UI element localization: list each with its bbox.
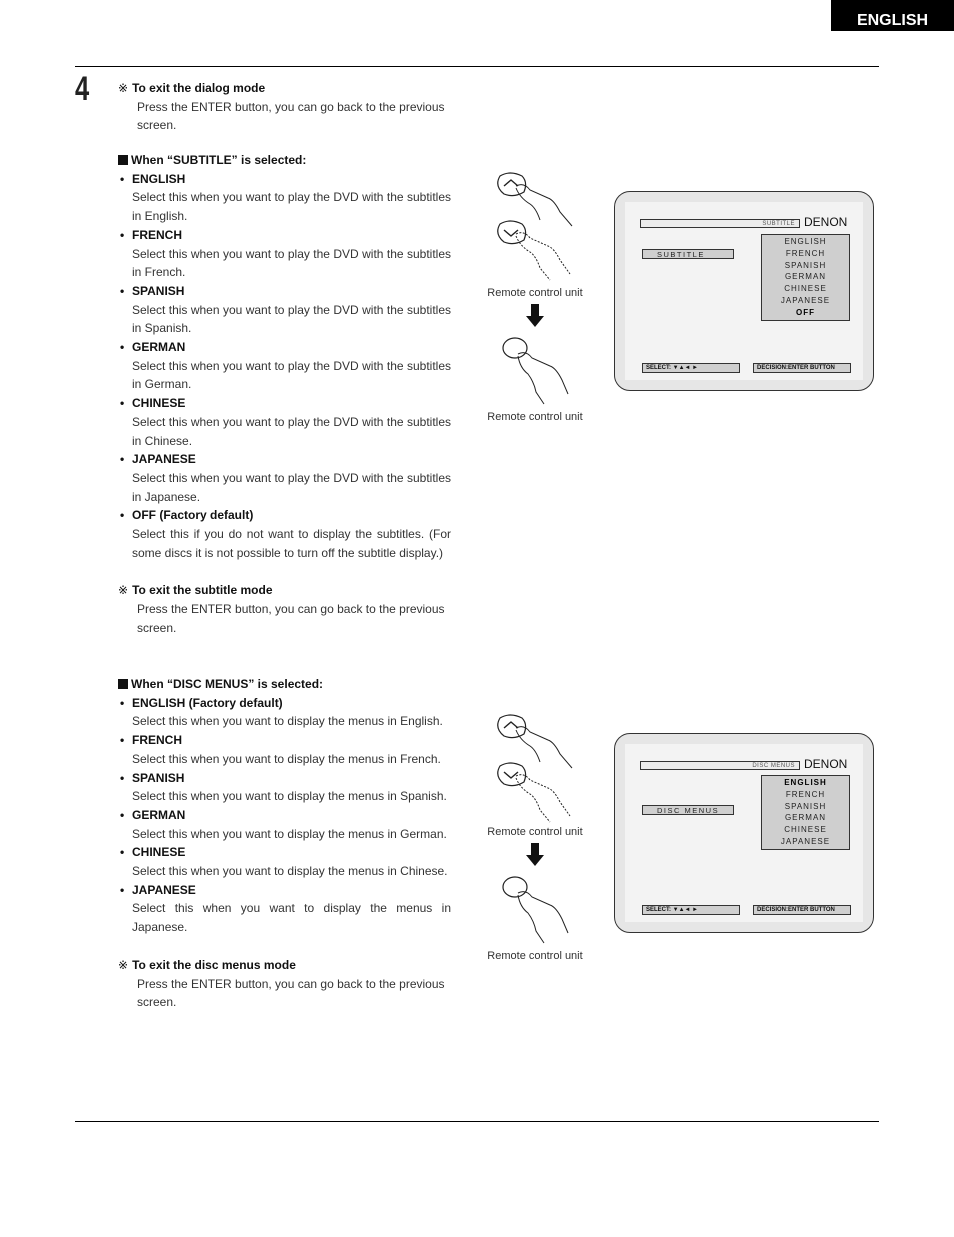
remote-label: Remote control unit — [487, 411, 583, 423]
osd-select-hint: SELECT: ▼▲◄ ► — [642, 363, 740, 373]
osd-option[interactable]: GERMAN — [762, 271, 849, 283]
note-title: ※ To exit the disc menus mode — [118, 956, 451, 975]
option-description: Select this when you want to display the… — [132, 751, 441, 766]
osd-option[interactable]: FRENCH — [762, 248, 849, 260]
note-body: Press the ENTER button, you can go back … — [137, 976, 445, 1010]
option-description: Select this when you want to display the… — [132, 826, 447, 841]
subtitle-section: When “SUBTITLE” is selected: ENGLISHSele… — [118, 151, 451, 638]
disc-menus-exit-note: ※ To exit the disc menus mode Press the E… — [118, 956, 451, 1012]
square-bullet-icon — [118, 155, 128, 166]
arrow-down-icon — [526, 843, 544, 866]
osd-option[interactable]: FRENCH — [762, 789, 849, 801]
osd-option[interactable]: JAPANESE — [762, 836, 849, 848]
section-heading-text: When “DISC MENUS” is selected: — [131, 677, 324, 691]
note-mark-icon: ※ — [118, 81, 129, 95]
option-description: Select this when you want to display the… — [132, 901, 451, 935]
remote-enter-hand-icon — [502, 337, 569, 405]
section-heading-text: When “SUBTITLE” is selected: — [131, 153, 307, 167]
section-heading: When “SUBTITLE” is selected: — [118, 151, 451, 170]
osd-option[interactable]: CHINESE — [762, 283, 849, 295]
remote-label: Remote control unit — [487, 826, 583, 838]
option-title: JAPANESE — [118, 450, 451, 469]
remote-enter-hand-icon — [502, 876, 569, 944]
note-title: ※ To exit the subtitle mode — [118, 581, 451, 600]
language-tab: ENGLISH — [831, 0, 954, 31]
osd-option[interactable]: ENGLISH — [762, 777, 849, 789]
osd-option[interactable]: OFF — [762, 307, 849, 319]
disc-menus-osd-screen: DISC MENUS DENON DISC MENUS ENGLISH FRENC… — [614, 733, 874, 933]
osd-title-bar: SUBTITLE — [640, 219, 800, 228]
osd-option[interactable]: GERMAN — [762, 812, 849, 824]
note-mark-icon: ※ — [118, 583, 129, 598]
osd-option[interactable]: SPANISH — [762, 801, 849, 813]
option-description: Select this when you want to play the DV… — [132, 358, 451, 392]
subtitle-exit-note: ※ To exit the subtitle mode Press the ENT… — [118, 581, 451, 637]
option-description: Select this when you want to play the DV… — [132, 302, 451, 336]
osd-title-bar: DISC MENUS — [640, 761, 800, 770]
option-description: Select this when you want to play the DV… — [132, 246, 451, 280]
note-title-text: To exit the disc menus mode — [132, 957, 296, 972]
brand-logo: DENON — [804, 215, 848, 229]
option-title: SPANISH — [118, 769, 451, 788]
option-description: Select this when you want to display the… — [132, 714, 443, 729]
option-description: Select this when you want to display the… — [132, 864, 448, 879]
osd-setting-label[interactable]: SUBTITLE — [642, 249, 734, 259]
option-title: ENGLISH (Factory default) — [118, 694, 451, 713]
osd-decision-hint: DECISION:ENTER BUTTON — [753, 363, 851, 373]
note-body: Press the ENTER button, you can go back … — [137, 602, 445, 635]
osd-option[interactable]: SPANISH — [762, 260, 849, 272]
disc-menus-section: When “DISC MENUS” is selected: ENGLISH (… — [118, 675, 451, 1012]
osd-option[interactable]: ENGLISH — [762, 236, 849, 248]
arrow-down-icon — [526, 304, 544, 327]
osd-option-list: ENGLISH FRENCH SPANISH GERMAN CHINESE JAPANES… — [761, 234, 850, 321]
osd-option[interactable]: CHINESE — [762, 824, 849, 836]
option-title: JAPANESE — [118, 881, 451, 900]
osd-setting-label[interactable]: DISC MENUS — [642, 805, 734, 815]
osd-decision-hint: DECISION:ENTER BUTTON — [753, 905, 851, 915]
top-divider — [75, 66, 879, 67]
option-title: ENGLISH — [118, 170, 451, 189]
option-title: CHINESE — [118, 843, 451, 862]
step-number: 4 — [75, 70, 90, 108]
note-mark-icon: ※ — [118, 957, 129, 972]
option-title: GERMAN — [118, 806, 451, 825]
option-description: Select this when you want to play the DV… — [132, 190, 451, 224]
brand-logo: DENON — [804, 757, 848, 771]
option-title: SPANISH — [118, 282, 451, 301]
option-description: Select this if you do not want to displa… — [132, 527, 451, 560]
dialog-exit-note: ※ To exit the dialog mode Press the ENTER… — [118, 79, 451, 135]
osd-option[interactable]: JAPANESE — [762, 295, 849, 307]
square-bullet-icon — [118, 679, 128, 690]
note-title-text: To exit the dialog mode — [132, 81, 266, 95]
remote-label: Remote control unit — [487, 950, 583, 962]
bottom-divider — [75, 1121, 879, 1122]
option-description: Select this when you want to play the DV… — [132, 414, 451, 448]
remote-label: Remote control unit — [487, 287, 583, 299]
option-title: CHINESE — [118, 394, 451, 413]
osd-select-hint: SELECT: ▼▲◄ ► — [642, 905, 740, 915]
option-title: FRENCH — [118, 731, 451, 750]
option-title: FRENCH — [118, 226, 451, 245]
remote-up-down-hand-icon — [497, 714, 573, 823]
option-description: Select this when you want to play the DV… — [132, 470, 451, 504]
option-title: GERMAN — [118, 338, 451, 357]
note-title: ※ To exit the dialog mode — [118, 79, 451, 98]
section-heading: When “DISC MENUS” is selected: — [118, 675, 451, 694]
osd-option-list: ENGLISH FRENCH SPANISH GERMAN CHINESE JAPANES… — [761, 775, 850, 850]
note-body: Press the ENTER button, you can go back … — [137, 99, 445, 133]
note-title-text: To exit the subtitle mode — [132, 583, 273, 598]
option-description: Select this when you want to display the… — [132, 789, 447, 804]
remote-up-down-hand-icon — [497, 172, 573, 281]
subtitle-osd-screen: SUBTITLE DENON SUBTITLE ENGLISH FRENCH SPA… — [614, 191, 874, 391]
option-title: OFF (Factory default) — [118, 506, 451, 525]
